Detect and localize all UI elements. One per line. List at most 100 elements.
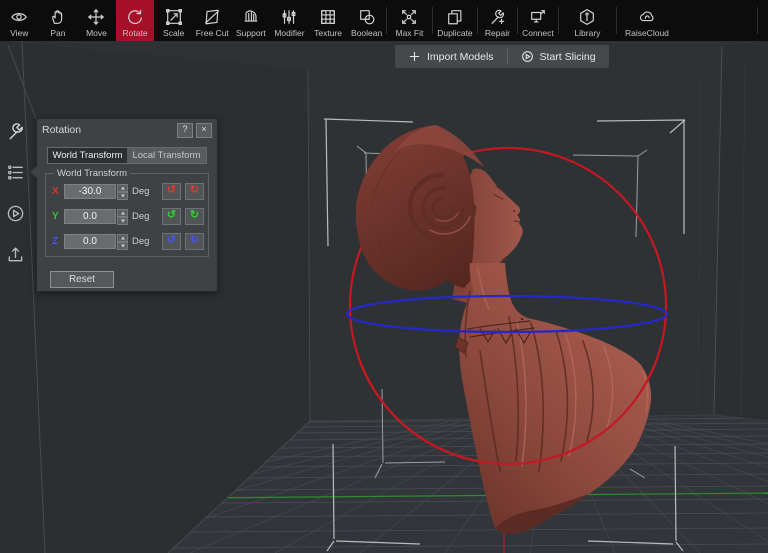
action-bar: Import Models Start Slicing (395, 45, 609, 68)
toolbar-label: Rotate (122, 28, 148, 38)
modifier-icon (280, 8, 298, 26)
sidebar-item-transform-tools[interactable] (6, 122, 25, 141)
spin-down-button[interactable] (117, 216, 128, 225)
toolbar-label: Connect (522, 28, 554, 38)
toolbar-item-pan[interactable]: Pan (39, 0, 78, 41)
rotation-x-input[interactable] (64, 184, 116, 199)
world-transform-group: World Transform X Deg ↺ ↻ Y Deg (45, 168, 209, 257)
rotation-x-stepper (117, 183, 128, 200)
toolbar-item-connect[interactable]: Connect (518, 0, 558, 41)
rotate-z-cw-button[interactable]: ↻ (185, 233, 204, 250)
cloud-icon (638, 8, 656, 26)
toolbar-item-support[interactable]: Support (232, 0, 271, 41)
toolbar-item-rotate[interactable]: Rotate (115, 0, 155, 41)
toolbar-label: Duplicate (437, 28, 473, 38)
rotation-x-row: X Deg ↺ ↻ (52, 183, 204, 200)
support-icon (242, 8, 260, 26)
spin-up-button[interactable] (117, 233, 128, 242)
toolbar-label: View (10, 28, 29, 38)
rotation-y-row: Y Deg ↺ ↻ (52, 208, 204, 225)
group-label: World Transform (54, 168, 131, 179)
plus-icon (408, 50, 421, 63)
library-icon (578, 8, 596, 26)
repair-icon (488, 8, 506, 26)
tab-world-transform[interactable]: World Transform (48, 148, 127, 163)
unit-label: Deg (132, 186, 150, 197)
rotate-z-ccw-button[interactable]: ↺ (162, 233, 181, 250)
import-models-label: Import Models (427, 50, 494, 63)
max-fit-icon (400, 8, 418, 26)
dialog-title: Rotation (42, 124, 82, 136)
toolbar-item-free-cut[interactable]: Free Cut (193, 0, 232, 41)
help-button[interactable]: ? (177, 122, 193, 138)
sidebar-item-model-list[interactable] (6, 163, 25, 182)
rotation-y-input[interactable] (64, 209, 116, 224)
dialog-header: Rotation ? × (37, 119, 217, 141)
toolbar-label: Support (235, 28, 266, 38)
left-sidebar (6, 122, 28, 264)
toolbar-label: Max Fit (395, 28, 424, 38)
spin-up-button[interactable] (117, 208, 128, 217)
toolbar-label: Boolean (351, 28, 383, 38)
toolbar-label: Free Cut (195, 28, 229, 38)
toolbar-item-max-fit[interactable]: Max Fit (387, 0, 432, 41)
hand-icon (49, 8, 67, 26)
viewport-3d[interactable]: Import Models Start Slicing Rotation ? ×… (0, 41, 768, 553)
spin-up-button[interactable] (117, 183, 128, 192)
unit-label: Deg (132, 211, 150, 222)
rotation-y-stepper (117, 208, 128, 225)
toolbar-separator (757, 7, 758, 34)
rotate-x-ccw-button[interactable]: ↺ (162, 183, 181, 200)
close-icon[interactable]: × (196, 122, 212, 138)
dialog-pointer-notch (30, 166, 37, 178)
toolbar-label: Move (86, 28, 107, 38)
free-cut-icon (203, 8, 221, 26)
sidebar-item-print-preview[interactable] (6, 204, 25, 223)
toolbar-item-raisecloud[interactable]: RaiseCloud (617, 0, 677, 41)
toolbar-label: Texture (314, 28, 342, 38)
play-circle-icon (6, 204, 25, 223)
toolbar-item-scale[interactable]: Scale (154, 0, 193, 41)
sidebar-item-export-upload[interactable] (6, 245, 25, 264)
toolbar-item-modifier[interactable]: Modifier (270, 0, 309, 41)
import-models-button[interactable]: Import Models (395, 45, 507, 68)
wrench-icon (6, 122, 25, 141)
reset-button[interactable]: Reset (50, 271, 114, 288)
toolbar-label: Modifier (274, 28, 305, 38)
axis-y-label: Y (52, 211, 59, 222)
eye-icon (10, 8, 28, 26)
rotation-dialog: Rotation ? × World Transform Local Trans… (30, 118, 218, 292)
right-wall (714, 41, 768, 421)
toolbar-label: RaiseCloud (624, 28, 669, 38)
toolbar-item-library[interactable]: Library (559, 0, 616, 41)
toolbar-label: Library (574, 28, 601, 38)
toolbar-item-move[interactable]: Move (77, 0, 116, 41)
rotation-z-input[interactable] (64, 234, 116, 249)
rotation-z-row: Z Deg ↺ ↻ (52, 233, 204, 250)
connect-icon (529, 8, 547, 26)
start-slicing-button[interactable]: Start Slicing (508, 45, 609, 68)
toolbar-item-texture[interactable]: Texture (309, 0, 348, 41)
toolbar-label: Scale (163, 28, 185, 38)
toolbar-item-duplicate[interactable]: Duplicate (433, 0, 477, 41)
transform-tabs: World Transform Local Transform (47, 147, 207, 164)
upload-icon (6, 245, 25, 264)
duplicate-icon (446, 8, 464, 26)
toolbar-item-boolean[interactable]: Boolean (347, 0, 386, 41)
scale-icon (165, 8, 183, 26)
axis-x-label: X (52, 186, 59, 197)
tab-local-transform[interactable]: Local Transform (127, 148, 206, 163)
toolbar-item-view[interactable]: View (0, 0, 39, 41)
texture-icon (319, 8, 337, 26)
toolbar-item-repair[interactable]: Repair (478, 0, 517, 41)
rotate-y-cw-button[interactable]: ↻ (185, 208, 204, 225)
spin-down-button[interactable] (117, 191, 128, 200)
rotation-z-stepper (117, 233, 128, 250)
move-icon (87, 8, 105, 26)
rotate-icon (126, 8, 144, 26)
spin-down-button[interactable] (117, 241, 128, 250)
rotate-x-cw-button[interactable]: ↻ (185, 183, 204, 200)
rotate-y-ccw-button[interactable]: ↺ (162, 208, 181, 225)
main-toolbar: View Pan Move Rotate Scale Free Cut Supp… (0, 0, 768, 41)
start-slicing-label: Start Slicing (539, 50, 596, 63)
